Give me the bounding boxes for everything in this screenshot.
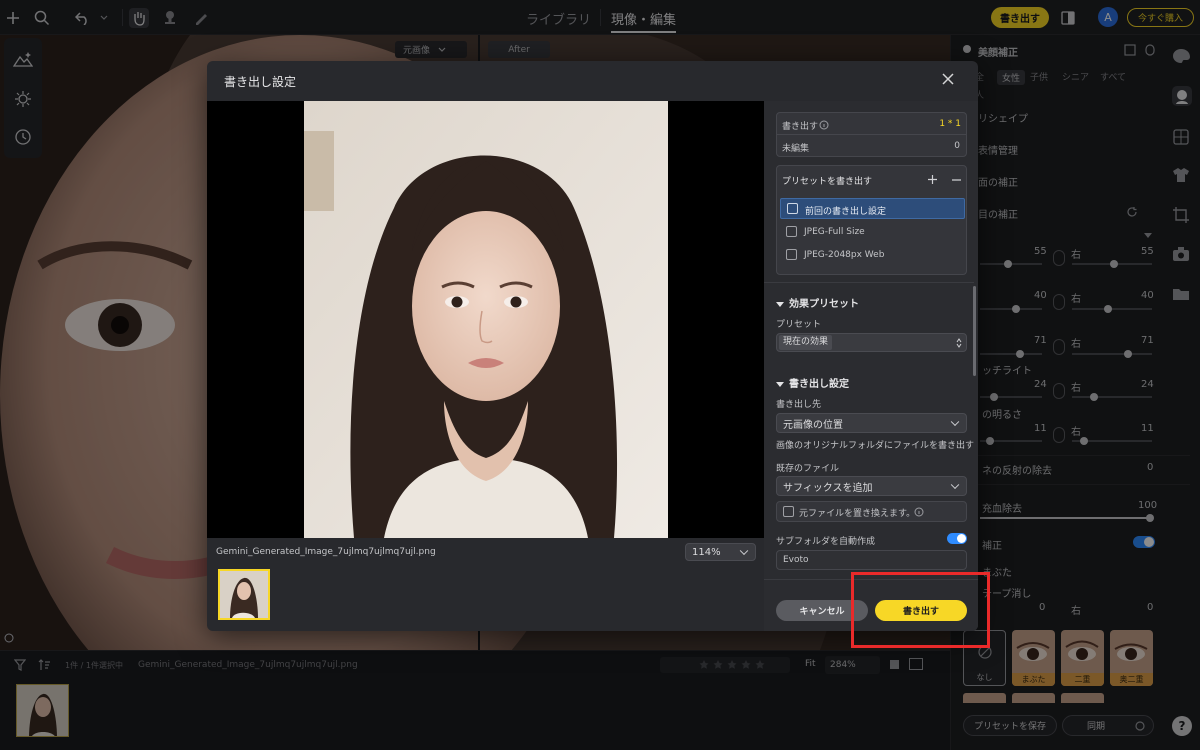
destination-dropdown[interactable]: 元画像の位置 <box>776 413 967 433</box>
thumbnail-image <box>230 577 258 618</box>
existing-file-label: 既存のファイル <box>776 464 840 474</box>
preset-item[interactable]: 前回の書き出し設定 <box>780 198 965 219</box>
preset-label: 前回の書き出し設定 <box>805 207 887 217</box>
existing-file-dropdown[interactable]: サフィックスを追加 <box>776 476 967 496</box>
effect-preset-dropdown[interactable]: 現在の効果 <box>776 333 967 352</box>
export-section-label: 書き出し設定 <box>789 379 849 390</box>
unedited-value: 0 <box>954 141 960 151</box>
chevron-down-icon <box>950 417 960 427</box>
overwrite-row[interactable]: 元ファイルを置き換えます。 <box>776 501 967 522</box>
chevron-down-icon <box>739 546 749 556</box>
overwrite-label: 元ファイルを置き換えます。 <box>799 509 916 519</box>
summary-divider <box>777 134 966 135</box>
close-icon[interactable] <box>942 73 954 85</box>
preset-field-label: プリセット <box>776 320 822 330</box>
dialog-title: 書き出し設定 <box>224 75 297 89</box>
dialog-header: 書き出し設定 <box>207 61 978 101</box>
preview-zoom-dropdown[interactable]: 114% <box>685 543 756 561</box>
destination-help: 画像のオリジナルフォルダにファイルを書き出す <box>776 441 975 451</box>
export-preview[interactable] <box>207 101 764 538</box>
collapse-triangle-icon <box>776 301 784 307</box>
effect-preset-value: 現在の効果 <box>779 335 833 350</box>
settings-scrollbar[interactable] <box>973 286 976 376</box>
preview-filename: Gemini_Generated_Image_7ujlmq7ujlmq7ujl.… <box>216 547 436 557</box>
effects-section-title[interactable]: 効果プリセット <box>776 295 859 310</box>
export-settings-dialog: 書き出し設定 Gemini_Generated_Image_7ujlmq7ujl… <box>207 61 978 631</box>
export-summary: 書き出す 1 * 1 未編集 0 <box>776 112 967 157</box>
subfolder-toggle[interactable] <box>947 533 967 544</box>
destination-label: 書き出し先 <box>776 400 822 410</box>
subfolder-input[interactable]: Evoto <box>776 550 967 570</box>
highlight-box <box>851 572 990 648</box>
preset-list-box: プリセットを書き出す 前回の書き出し設定 JPEG-Full Size JPEG… <box>776 165 967 275</box>
info-icon[interactable] <box>914 507 924 517</box>
info-icon[interactable] <box>819 120 829 130</box>
collapse-triangle-icon <box>776 381 784 387</box>
add-preset-icon[interactable] <box>928 175 937 184</box>
overwrite-checkbox[interactable] <box>783 506 794 517</box>
preset-checkbox[interactable] <box>787 203 798 214</box>
preset-label: JPEG-2048px Web <box>804 250 885 260</box>
preset-checkbox[interactable] <box>786 226 797 237</box>
stepper-icon <box>956 338 962 348</box>
unedited-label: 未編集 <box>782 144 810 154</box>
preset-header: プリセットを書き出す <box>782 177 873 187</box>
subfolder-value: Evoto <box>783 555 809 565</box>
destination-value: 元画像の位置 <box>783 419 843 431</box>
subfolder-label: サブフォルダを自動作成 <box>776 537 876 547</box>
remove-preset-icon[interactable] <box>952 179 961 181</box>
preview-thumbnail[interactable] <box>218 569 270 620</box>
preset-checkbox[interactable] <box>786 249 797 260</box>
export-count-value: 1 * 1 <box>939 119 961 129</box>
chevron-down-icon <box>950 480 960 490</box>
preset-item[interactable]: JPEG-Full Size <box>780 222 965 243</box>
export-section-title[interactable]: 書き出し設定 <box>776 375 849 390</box>
effects-section-label: 効果プリセット <box>789 299 859 310</box>
export-count-label: 書き出す <box>782 122 819 132</box>
preset-label: JPEG-Full Size <box>804 227 865 237</box>
settings-divider <box>764 282 974 283</box>
preview-photo <box>304 101 668 538</box>
info-icon[interactable] <box>4 633 14 643</box>
preset-item[interactable]: JPEG-2048px Web <box>780 245 965 266</box>
preview-zoom-value: 114% <box>692 546 721 558</box>
existing-file-value: サフィックスを追加 <box>783 482 873 494</box>
toggle-knob <box>957 534 966 543</box>
